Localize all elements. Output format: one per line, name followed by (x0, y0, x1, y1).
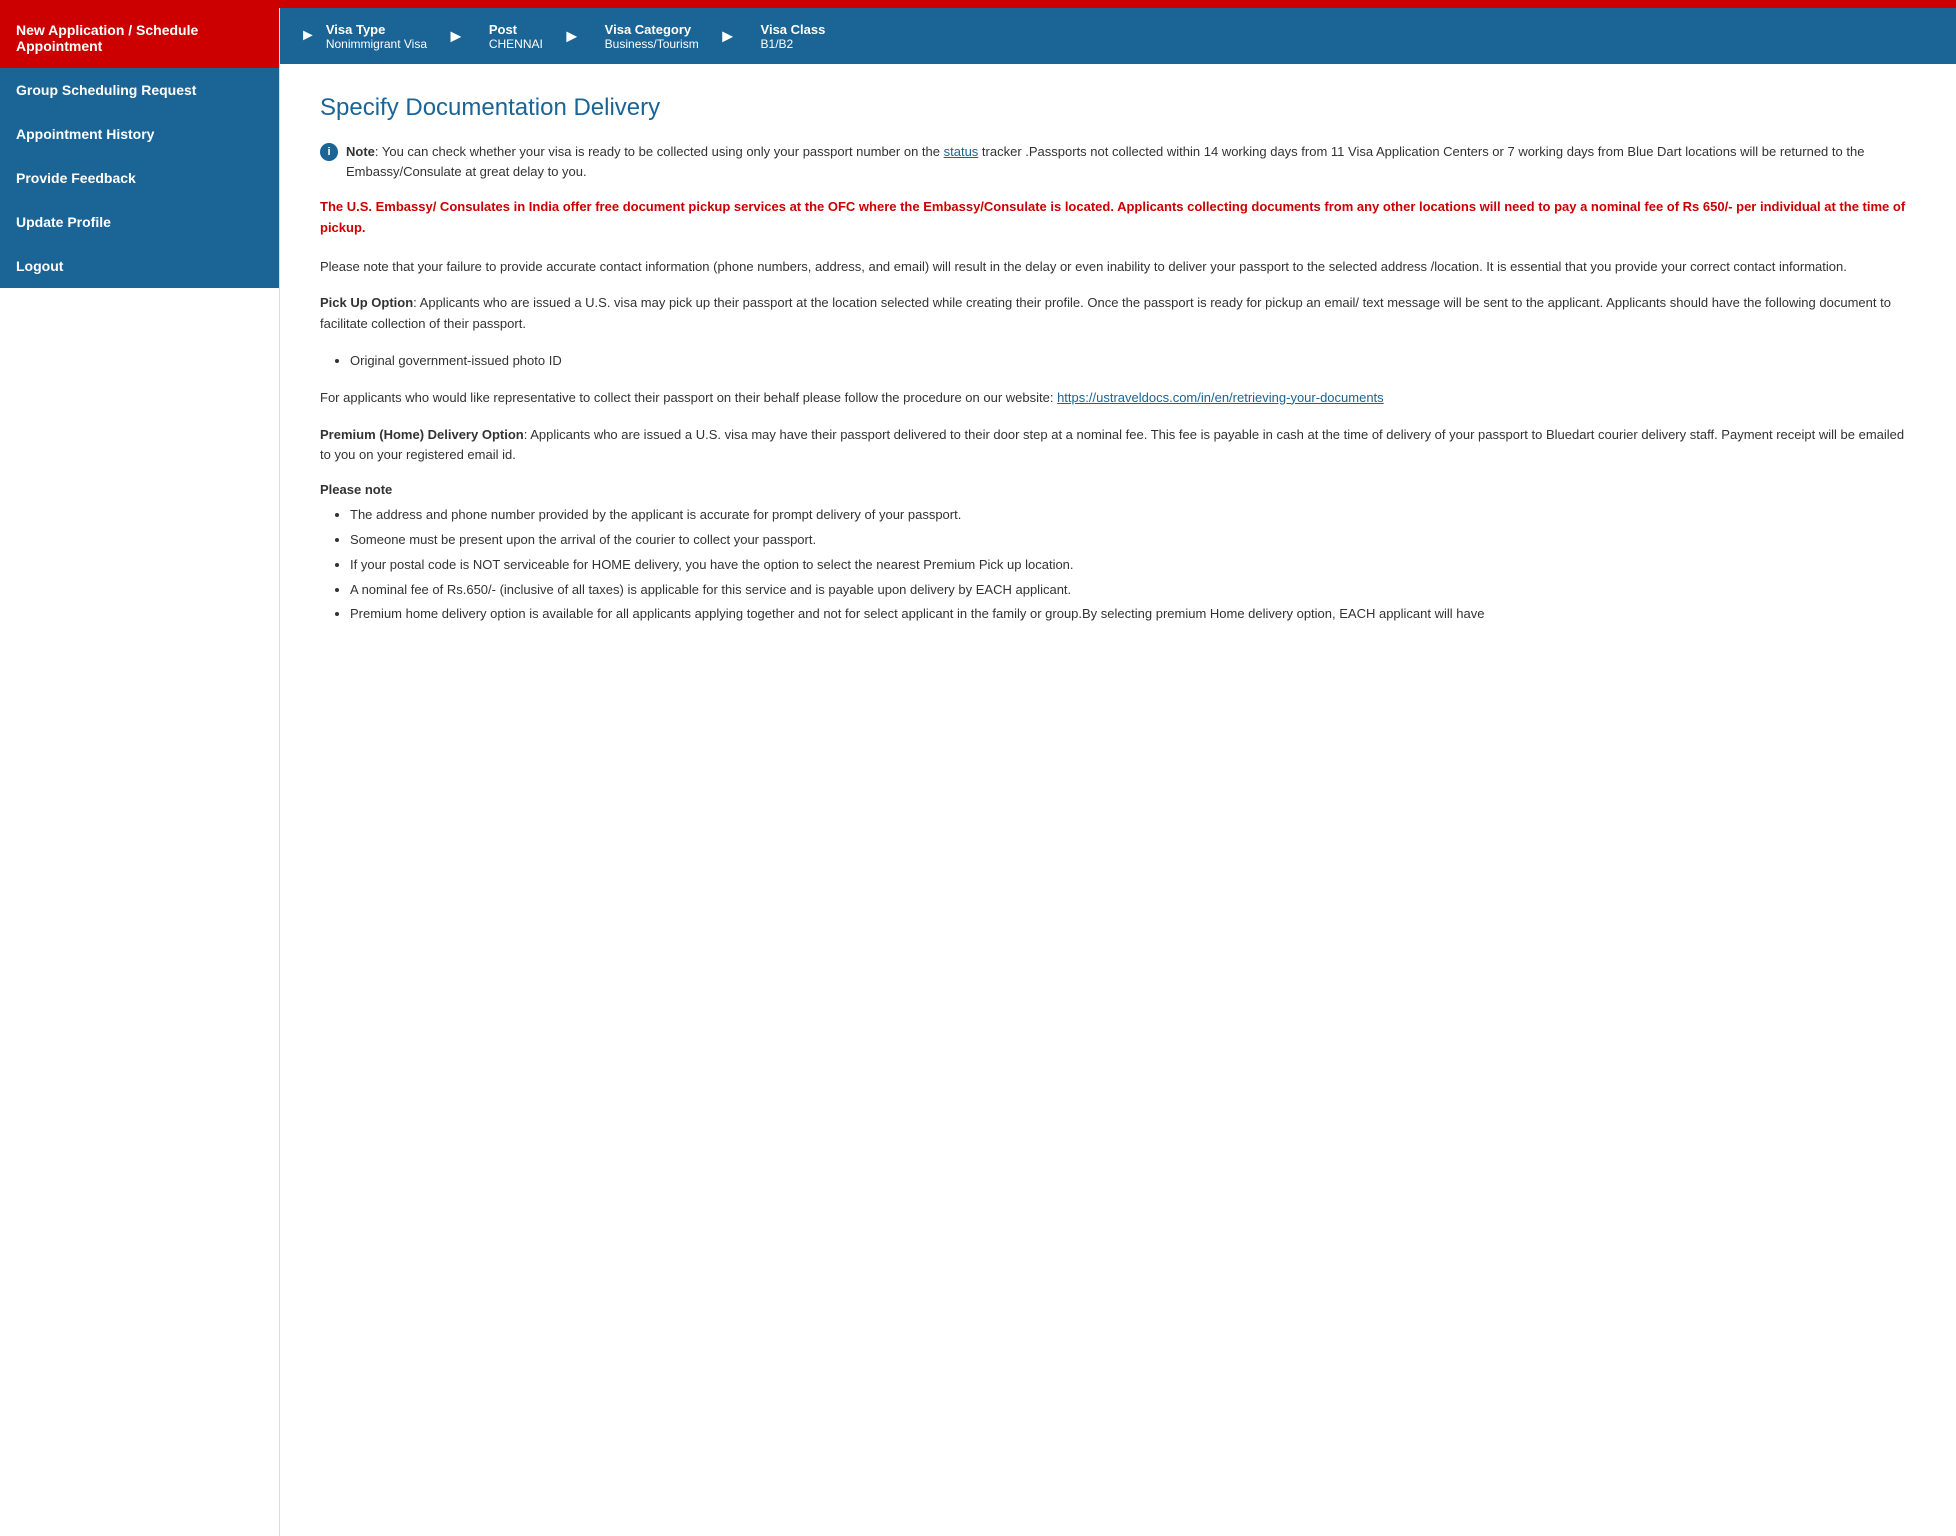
top-bar (0, 0, 1956, 8)
sidebar: New Application / Schedule Appointment G… (0, 8, 280, 1536)
paragraph-representative: For applicants who would like representa… (320, 388, 1916, 409)
breadcrumb-value-3: B1/B2 (761, 37, 826, 51)
sidebar-item-appointment-history[interactable]: Appointment History (0, 112, 279, 156)
pickup-bullet-1: Original government-issued photo ID (350, 351, 1916, 372)
please-note-bullet-3: If your postal code is NOT serviceable f… (350, 555, 1916, 576)
paragraph-pickup-option: Pick Up Option: Applicants who are issue… (320, 293, 1916, 335)
warning-text: The U.S. Embassy/ Consulates in India of… (320, 197, 1916, 239)
please-note-bullet-1: The address and phone number provided by… (350, 505, 1916, 526)
breadcrumb-value-1: CHENNAI (489, 37, 543, 51)
breadcrumb-value-0: Nonimmigrant Visa (326, 37, 427, 51)
breadcrumb-step-post: Post CHENNAI (469, 8, 559, 64)
breadcrumb-divider-3: ► (715, 8, 741, 64)
breadcrumb-label-2: Visa Category (605, 22, 699, 37)
breadcrumb-step-visa-type: ► Visa Type Nonimmigrant Visa (280, 8, 443, 64)
info-note-text: Note: You can check whether your visa is… (346, 142, 1916, 181)
page-title: Specify Documentation Delivery (320, 94, 1916, 122)
info-note-prefix: Note (346, 144, 375, 159)
info-note-body: : You can check whether your visa is rea… (375, 144, 940, 159)
please-note-bullet-5: Premium home delivery option is availabl… (350, 604, 1916, 625)
breadcrumb-arrow-0: ► (300, 27, 316, 45)
home-delivery-label: Premium (Home) Delivery Option (320, 427, 524, 442)
breadcrumb-bar: ► Visa Type Nonimmigrant Visa ► Post CHE… (280, 8, 1956, 64)
breadcrumb-step-visa-class: Visa Class B1/B2 (741, 8, 842, 64)
main-content: ► Visa Type Nonimmigrant Visa ► Post CHE… (280, 8, 1956, 1536)
paragraph-home-delivery: Premium (Home) Delivery Option: Applican… (320, 425, 1916, 467)
sidebar-item-group-scheduling[interactable]: Group Scheduling Request (0, 68, 279, 112)
please-note-bullet-4: A nominal fee of Rs.650/- (inclusive of … (350, 580, 1916, 601)
please-note-list: The address and phone number provided by… (350, 505, 1916, 625)
pickup-bullets: Original government-issued photo ID (350, 351, 1916, 372)
breadcrumb-step-visa-category: Visa Category Business/Tourism (585, 8, 715, 64)
sidebar-item-new-application[interactable]: New Application / Schedule Appointment (0, 8, 279, 68)
info-note-box: i Note: You can check whether your visa … (320, 142, 1916, 181)
info-icon: i (320, 143, 338, 161)
sidebar-item-provide-feedback[interactable]: Provide Feedback (0, 156, 279, 200)
breadcrumb-label-3: Visa Class (761, 22, 826, 37)
breadcrumb-divider-2: ► (559, 8, 585, 64)
ustraveldocs-link[interactable]: https://ustraveldocs.com/in/en/retrievin… (1057, 390, 1384, 405)
sidebar-item-update-profile[interactable]: Update Profile (0, 200, 279, 244)
sidebar-item-logout[interactable]: Logout (0, 244, 279, 288)
pickup-option-text: : Applicants who are issued a U.S. visa … (320, 295, 1891, 331)
breadcrumb-label-1: Post (489, 22, 543, 37)
representative-text: For applicants who would like representa… (320, 390, 1057, 405)
status-link[interactable]: status (944, 144, 979, 159)
paragraph-contact-info: Please note that your failure to provide… (320, 257, 1916, 278)
home-delivery-text: : Applicants who are issued a U.S. visa … (320, 427, 1904, 463)
please-note-heading: Please note (320, 482, 1916, 497)
pickup-option-label: Pick Up Option (320, 295, 413, 310)
breadcrumb-value-2: Business/Tourism (605, 37, 699, 51)
please-note-bullet-2: Someone must be present upon the arrival… (350, 530, 1916, 551)
breadcrumb-divider-1: ► (443, 8, 469, 64)
breadcrumb-label-0: Visa Type (326, 22, 427, 37)
content-area: Specify Documentation Delivery i Note: Y… (280, 64, 1956, 671)
